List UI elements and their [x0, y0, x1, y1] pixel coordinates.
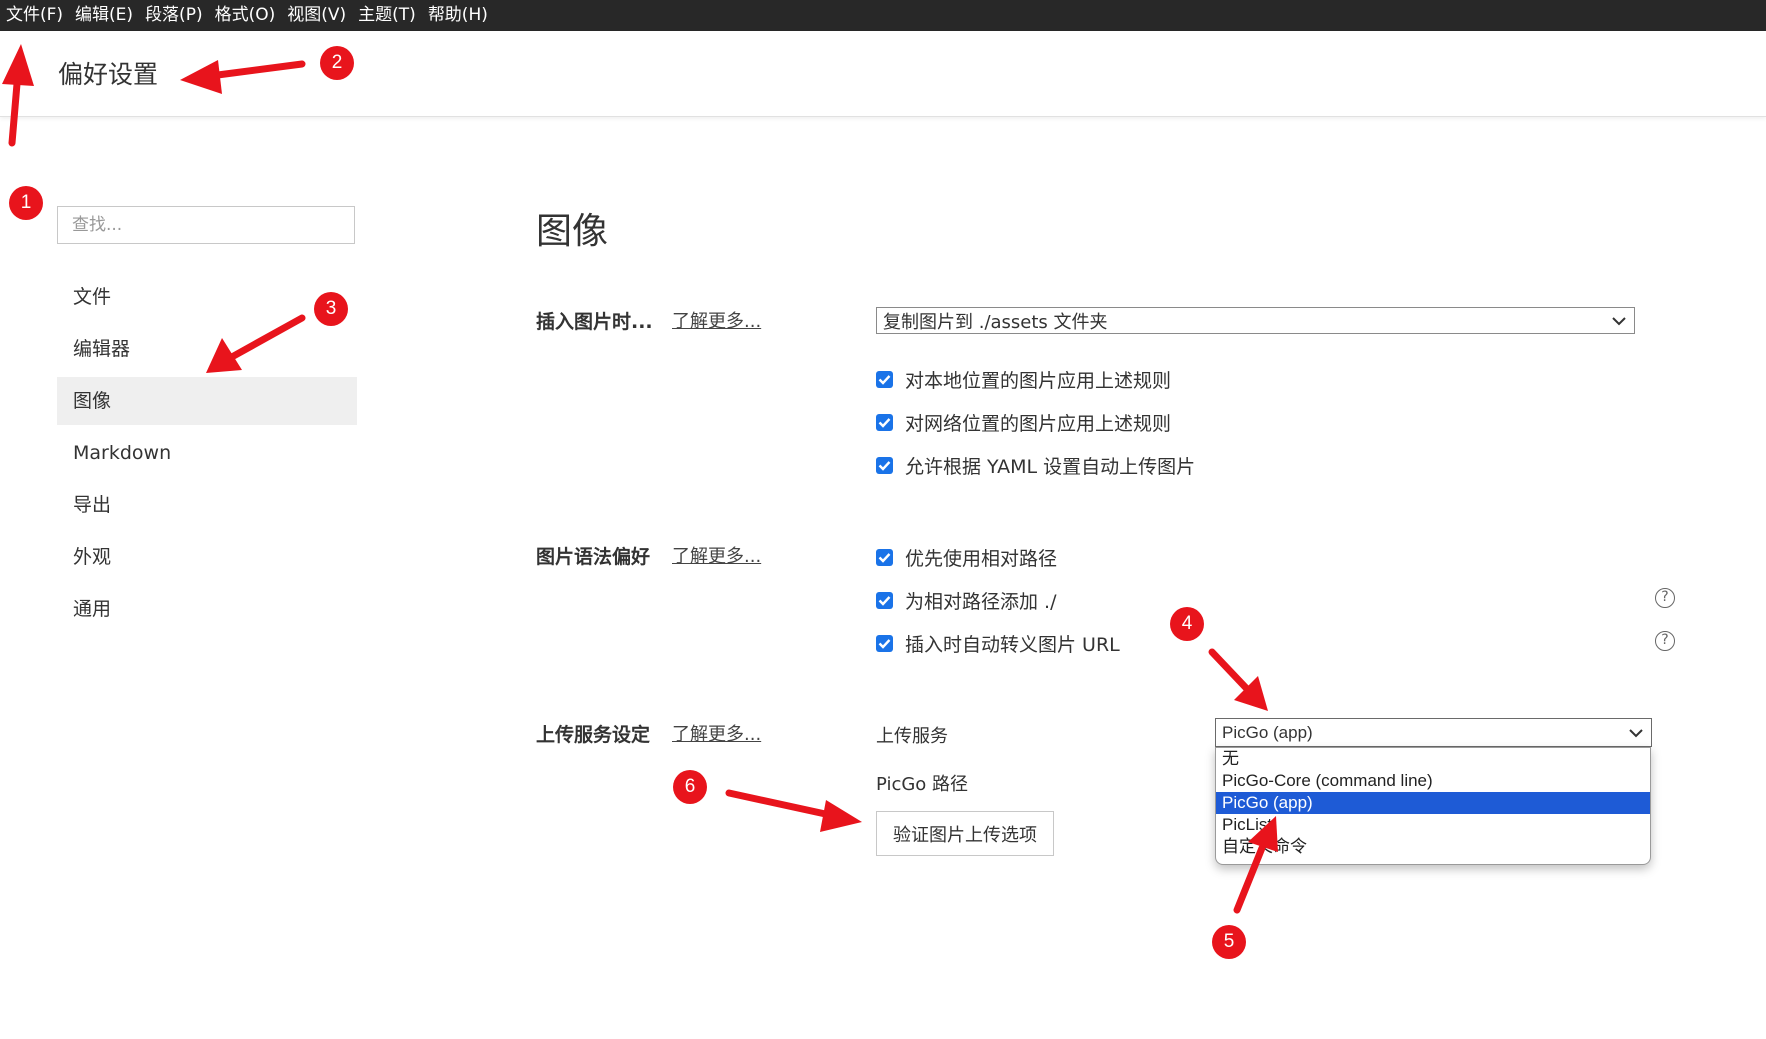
insert-image-label: 插入图片时... [536, 311, 653, 333]
menubar: 文件(F) 编辑(E) 段落(P) 格式(O) 视图(V) 主题(T) 帮助(H… [0, 0, 1766, 31]
dropdown-option-custom-command[interactable]: 自定义命令 [1216, 836, 1650, 858]
sidebar-item-file[interactable]: 文件 [57, 273, 357, 321]
syntax-preference-label: 图片语法偏好 [536, 546, 651, 568]
menu-view[interactable]: 视图(V) [279, 0, 346, 31]
checkbox-checked-icon[interactable] [876, 457, 893, 474]
dropdown-option-picgo-app[interactable]: PicGo (app) [1216, 792, 1650, 814]
checkbox-network-images[interactable]: 对网络位置的图片应用上述规则 [876, 409, 1171, 436]
sidebar-nav: 文件 编辑器 图像 Markdown 导出 外观 通用 [57, 273, 357, 637]
upload-learn-more-link[interactable]: 了解更多... [672, 720, 761, 746]
menu-paragraph[interactable]: 段落(P) [137, 0, 203, 31]
page-title: 偏好设置 [58, 60, 159, 89]
checkbox-checked-icon[interactable] [876, 592, 893, 609]
checkbox-label: 优先使用相对路径 [905, 548, 1058, 570]
checkbox-checked-icon[interactable] [876, 414, 893, 431]
dropdown-option-piclist[interactable]: PicList [1216, 814, 1650, 836]
checkbox-label: 为相对路径添加 ./ [905, 591, 1057, 613]
section-title: 图像 [536, 211, 609, 252]
menu-edit[interactable]: 编辑(E) [67, 0, 133, 31]
insert-image-select-value: 复制图片到 ./assets 文件夹 [883, 311, 1108, 333]
checkbox-checked-icon[interactable] [876, 371, 893, 388]
checkbox-prefer-relative[interactable]: 优先使用相对路径 [876, 544, 1057, 571]
checkbox-escape-url[interactable]: 插入时自动转义图片 URL [876, 630, 1120, 657]
upload-service-label: 上传服务 [876, 726, 948, 747]
checkbox-checked-icon[interactable] [876, 549, 893, 566]
verify-upload-button[interactable]: 验证图片上传选项 [876, 811, 1054, 856]
checkbox-label: 对本地位置的图片应用上述规则 [905, 370, 1172, 392]
help-icon[interactable]: ? [1655, 631, 1675, 651]
syntax-learn-more-link[interactable]: 了解更多... [672, 542, 761, 568]
sidebar-item-image[interactable]: 图像 [57, 377, 357, 425]
dropdown-option-none[interactable]: 无 [1216, 748, 1650, 770]
picgo-path-label: PicGo 路径 [876, 774, 969, 795]
menu-help[interactable]: 帮助(H) [420, 0, 488, 31]
dropdown-option-picgo-core[interactable]: PicGo-Core (command line) [1216, 770, 1650, 792]
annotation-marker-2: 2 [320, 46, 354, 80]
checkbox-add-dot-slash[interactable]: 为相对路径添加 ./ [876, 587, 1056, 614]
checkbox-label: 插入时自动转义图片 URL [905, 634, 1120, 656]
sidebar-item-appearance[interactable]: 外观 [57, 533, 357, 581]
upload-service-dropdown-list: 无 PicGo-Core (command line) PicGo (app) … [1215, 747, 1651, 865]
annotation-marker-1: 1 [9, 186, 43, 220]
menu-theme[interactable]: 主题(T) [350, 0, 416, 31]
menu-format[interactable]: 格式(O) [207, 0, 276, 31]
sidebar-item-general[interactable]: 通用 [57, 585, 357, 633]
insert-image-select[interactable]: 复制图片到 ./assets 文件夹 [876, 307, 1635, 334]
upload-service-select[interactable]: PicGo (app) [1215, 718, 1652, 747]
sidebar-item-markdown[interactable]: Markdown [57, 429, 357, 477]
annotation-marker-4: 4 [1170, 607, 1204, 641]
checkbox-yaml-upload[interactable]: 允许根据 YAML 设置自动上传图片 [876, 452, 1195, 479]
annotation-marker-5: 5 [1212, 925, 1246, 959]
checkbox-checked-icon[interactable] [876, 635, 893, 652]
checkbox-label: 允许根据 YAML 设置自动上传图片 [905, 456, 1196, 478]
checkbox-label: 对网络位置的图片应用上述规则 [905, 413, 1172, 435]
annotation-marker-6: 6 [673, 770, 707, 804]
upload-service-setting-label: 上传服务设定 [536, 724, 651, 746]
insert-learn-more-link[interactable]: 了解更多... [672, 307, 761, 333]
checkbox-local-images[interactable]: 对本地位置的图片应用上述规则 [876, 366, 1171, 393]
sidebar-item-editor[interactable]: 编辑器 [57, 325, 357, 373]
chevron-down-icon [1612, 316, 1626, 325]
sidebar-item-export[interactable]: 导出 [57, 481, 357, 529]
menu-file[interactable]: 文件(F) [0, 0, 63, 31]
upload-service-select-value: PicGo (app) [1222, 722, 1313, 742]
annotation-marker-3: 3 [314, 292, 348, 326]
search-input[interactable] [57, 206, 355, 244]
preferences-header: 偏好设置 [0, 31, 1766, 117]
chevron-down-icon [1629, 728, 1643, 737]
help-icon[interactable]: ? [1655, 588, 1675, 608]
